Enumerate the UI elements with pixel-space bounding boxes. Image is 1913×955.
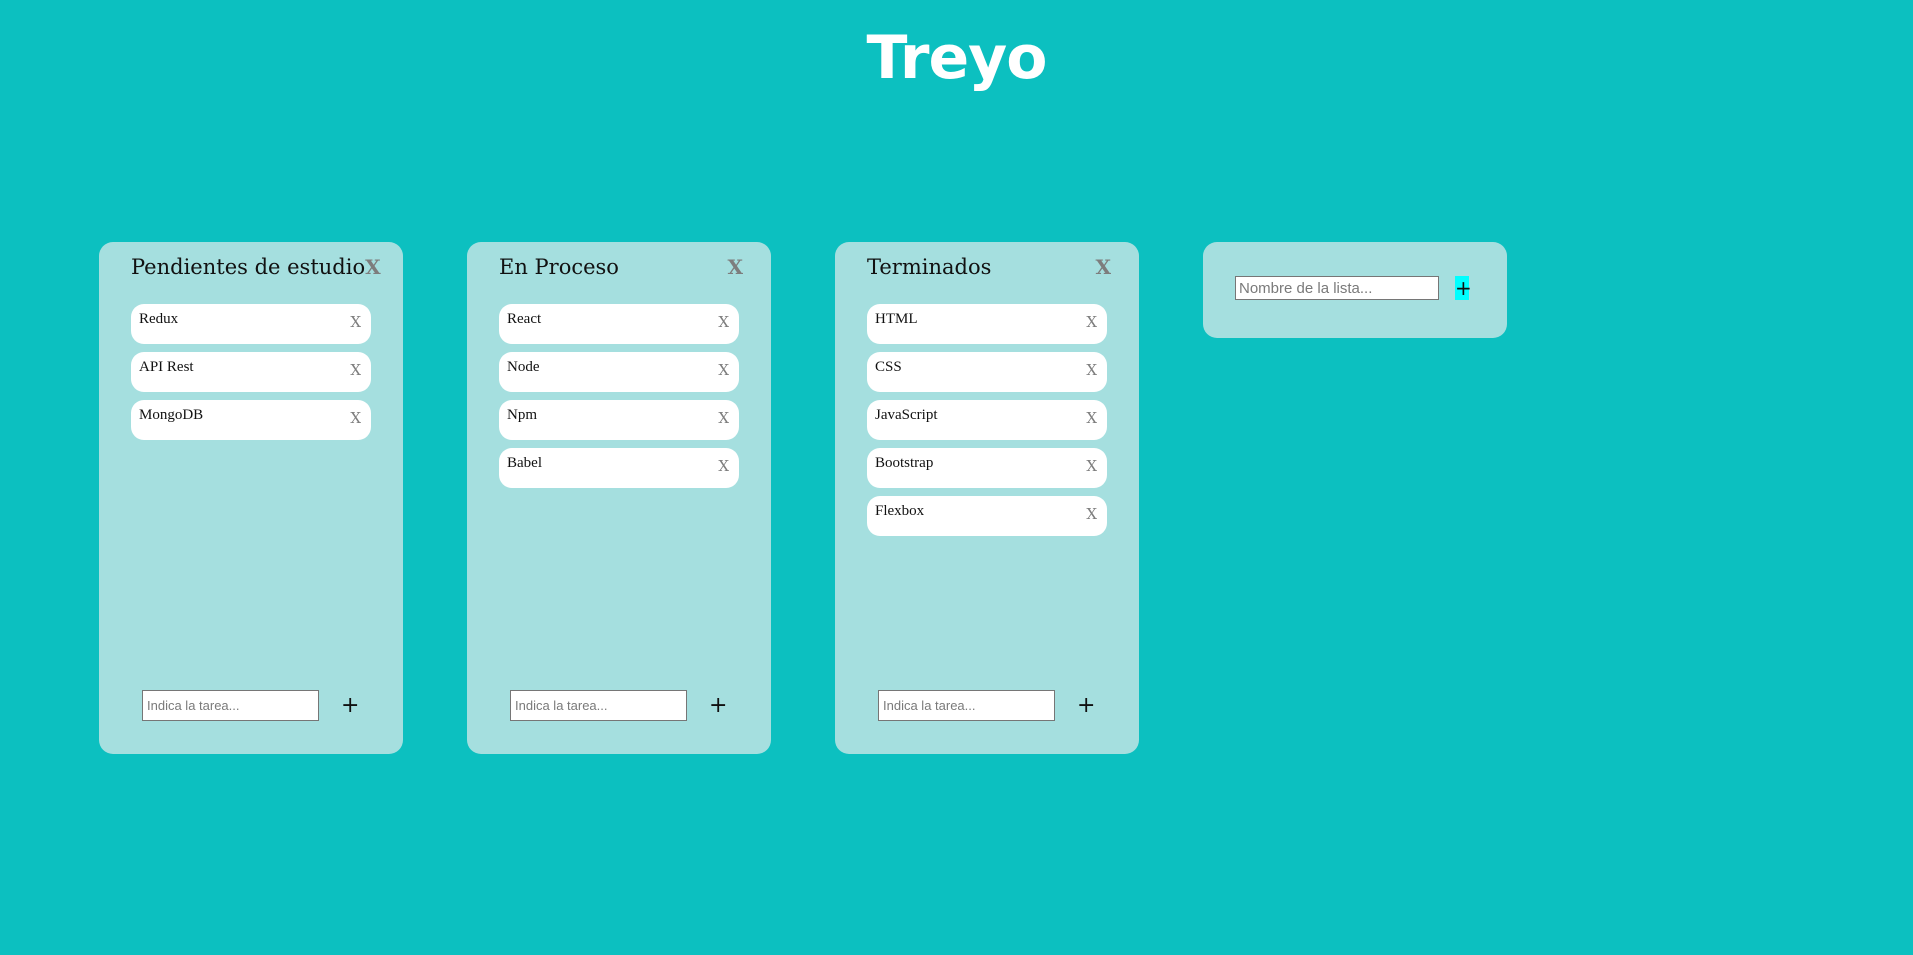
delete-list-button[interactable]: X [727,255,743,279]
task-label: Npm [507,407,537,423]
task-card[interactable]: CSS X [867,352,1107,392]
task-card[interactable]: Redux X [131,304,371,344]
list-header: Pendientes de estudio X [131,250,381,284]
task-label: CSS [875,359,902,375]
add-task-form: + [878,690,1095,721]
task-label: API Rest [139,359,194,375]
list-title: Pendientes de estudio [131,255,366,279]
app-title: Treyo [866,23,1048,93]
delete-task-button[interactable]: X [1086,505,1097,523]
list-terminados: Terminados X HTML X CSS X JavaScript X B… [835,242,1139,754]
task-list: Redux X API Rest X MongoDB X [131,304,371,440]
list-header: En Proceso X [499,250,743,284]
task-card[interactable]: JavaScript X [867,400,1107,440]
list-header: Terminados X [867,250,1111,284]
delete-task-button[interactable]: X [1086,409,1097,427]
task-label: MongoDB [139,407,204,423]
delete-task-button[interactable]: X [350,313,361,331]
task-card[interactable]: Flexbox X [867,496,1107,536]
add-task-form: + [510,690,727,721]
delete-list-button[interactable]: X [1095,255,1111,279]
delete-task-button[interactable]: X [1086,361,1097,379]
delete-task-button[interactable]: X [1086,313,1097,331]
task-label: React [507,311,542,327]
task-input[interactable] [510,690,687,721]
add-task-form: + [142,690,359,721]
add-task-button[interactable]: + [709,694,727,717]
task-label: Babel [507,455,542,471]
task-card[interactable]: HTML X [867,304,1107,344]
task-card[interactable]: Node X [499,352,739,392]
task-input[interactable] [878,690,1055,721]
list-name-input[interactable] [1235,276,1439,300]
add-list-button[interactable]: + [1455,276,1472,300]
task-input[interactable] [142,690,319,721]
task-label: JavaScript [875,407,938,423]
add-task-button[interactable]: + [341,694,359,717]
list-pendientes: Pendientes de estudio X Redux X API Rest… [99,242,403,754]
task-list: React X Node X Npm X Babel X [499,304,739,488]
list-en-proceso: En Proceso X React X Node X Npm X Babel … [467,242,771,754]
delete-task-button[interactable]: X [718,457,729,475]
task-label: Redux [139,311,179,327]
delete-task-button[interactable]: X [718,361,729,379]
delete-task-button[interactable]: X [718,313,729,331]
task-card[interactable]: React X [499,304,739,344]
delete-list-button[interactable]: X [365,255,381,279]
task-label: Node [507,359,540,375]
delete-task-button[interactable]: X [1086,457,1097,475]
board: Pendientes de estudio X Redux X API Rest… [99,242,1507,754]
task-list: HTML X CSS X JavaScript X Bootstrap X Fl… [867,304,1107,536]
list-title: En Proceso [499,255,619,279]
new-list-panel: + [1203,242,1507,338]
add-list-form: + [1235,276,1472,300]
task-label: HTML [875,311,918,327]
task-card[interactable]: API Rest X [131,352,371,392]
task-card[interactable]: Npm X [499,400,739,440]
task-card[interactable]: MongoDB X [131,400,371,440]
task-card[interactable]: Babel X [499,448,739,488]
task-label: Bootstrap [875,455,934,471]
add-task-button[interactable]: + [1077,694,1095,717]
delete-task-button[interactable]: X [350,409,361,427]
task-label: Flexbox [875,503,925,519]
delete-task-button[interactable]: X [350,361,361,379]
task-card[interactable]: Bootstrap X [867,448,1107,488]
delete-task-button[interactable]: X [718,409,729,427]
list-title: Terminados [867,255,992,279]
